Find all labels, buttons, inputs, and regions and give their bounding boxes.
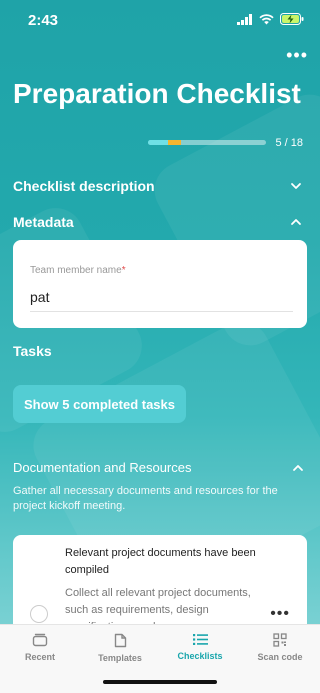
home-indicator [103,680,217,684]
chevron-up-icon [293,464,303,471]
tab-label: Templates [98,653,142,663]
templates-icon [114,633,126,648]
task-group-header[interactable]: Documentation and Resources [13,460,305,475]
chevron-up-icon [291,219,301,225]
task-title: Relevant project documents have been com… [65,547,256,576]
status-icons [237,13,304,25]
tab-scan-code[interactable]: Scan code [240,633,320,662]
battery-charging-icon [280,13,304,25]
recent-icon [32,633,48,647]
tab-label: Recent [24,652,55,662]
metadata-card: Team member name* pat [13,240,307,328]
tab-templates[interactable]: Templates [80,633,160,663]
tab-label: Checklists [177,651,223,661]
task-checkbox[interactable] [30,605,48,623]
section-title: Checklist description [13,178,155,194]
status-bar: 2:43 [0,0,320,44]
tab-recent[interactable]: Recent [0,633,80,662]
progress-bar [148,140,266,145]
checklist-screen: 2:43 ••• Preparation Checklist 5 / 18 Ch… [0,0,320,693]
progress-count: 5 / 18 [275,137,303,149]
progress-current-segment [168,140,182,145]
tab-label: Scan code [257,652,303,662]
section-metadata[interactable]: Metadata [13,214,303,230]
checklists-icon [192,634,208,645]
task-more-options-icon[interactable]: ••• [270,605,290,623]
task-group-title: Documentation and Resources [13,460,192,475]
section-checklist-description[interactable]: Checklist description [13,178,303,194]
qr-code-icon [273,633,287,647]
chevron-down-icon [291,183,301,189]
status-time: 2:43 [28,12,59,29]
required-mark: * [121,265,126,276]
cellular-signal-icon [237,13,252,25]
page-title: Preparation Checklist [13,78,301,109]
more-options-icon[interactable]: ••• [286,46,308,64]
show-completed-tasks-button[interactable]: Show 5 completed tasks [13,385,186,423]
section-title: Metadata [13,214,74,230]
team-member-name-label: Team member name* [30,265,126,276]
wifi-icon [259,13,274,24]
section-title: Tasks [13,343,52,359]
section-tasks: Tasks [13,343,303,359]
tab-checklists[interactable]: Checklists [160,633,240,661]
task-group-description: Gather all necessary documents and resou… [13,485,278,512]
team-member-name-input[interactable]: pat [30,289,49,305]
field-label-text: Team member name [30,265,122,276]
input-underline [30,311,293,312]
